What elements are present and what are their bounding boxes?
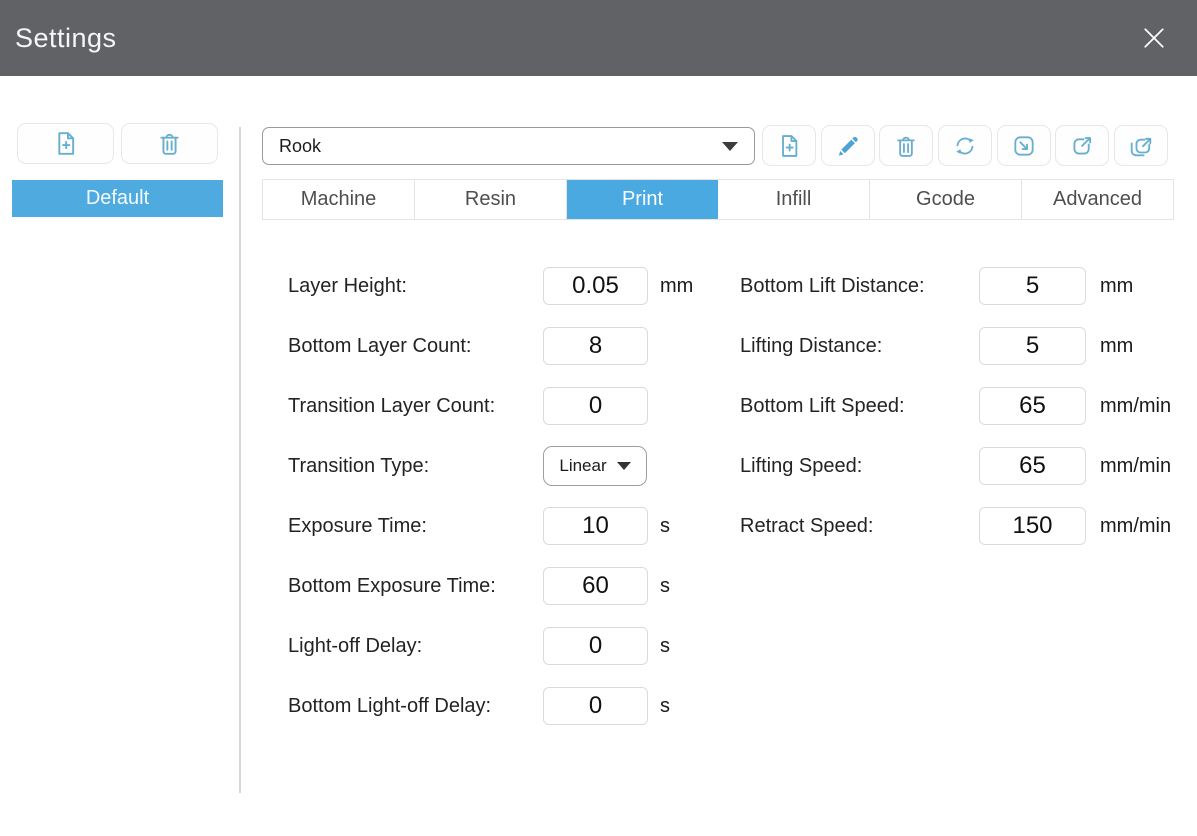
layer-height-label: Layer Height: xyxy=(288,275,407,297)
light-off-delay-unit: s xyxy=(660,635,670,657)
bottom-exposure-time-unit: s xyxy=(660,575,670,597)
exposure-time-label: Exposure Time: xyxy=(288,515,427,537)
profile-dropdown[interactable]: Rook xyxy=(262,127,755,165)
title-bar: Settings xyxy=(0,0,1197,76)
window-title: Settings xyxy=(15,23,117,53)
import-icon xyxy=(1011,133,1037,159)
tab-label: Resin xyxy=(464,188,517,210)
layer-height-input[interactable] xyxy=(543,267,648,305)
tab-print[interactable]: Print xyxy=(567,180,718,219)
layer-height-unit: mm xyxy=(660,275,694,297)
lifting-speed-input[interactable] xyxy=(979,447,1086,485)
trash-icon xyxy=(893,133,919,159)
profile-toolbar xyxy=(762,125,1168,166)
bottom-lift-speed-input[interactable] xyxy=(979,387,1086,425)
light-off-delay-input[interactable] xyxy=(543,627,648,665)
exposure-time-input[interactable] xyxy=(543,507,648,545)
bottom-exposure-time-label: Bottom Exposure Time: xyxy=(288,575,496,597)
lifting-distance-input[interactable] xyxy=(979,327,1086,365)
file-plus-icon xyxy=(776,133,802,159)
delete-profile-toolbar-button[interactable] xyxy=(879,125,934,166)
profile-item-label: Default xyxy=(85,187,150,209)
refresh-icon xyxy=(952,133,978,159)
lifting-speed-unit: mm/min xyxy=(1100,455,1172,477)
tab-label: Infill xyxy=(775,188,812,210)
bottom-light-off-delay-label: Bottom Light-off Delay: xyxy=(288,695,492,717)
tab-machine[interactable]: Machine xyxy=(263,180,415,219)
bottom-light-off-delay-input[interactable] xyxy=(543,687,648,725)
trash-icon xyxy=(156,130,183,157)
transition-type-label: Transition Type: xyxy=(288,455,430,477)
bottom-layer-count-label: Bottom Layer Count: xyxy=(288,335,472,357)
lifting-distance-unit: mm xyxy=(1100,335,1134,357)
retract-speed-unit: mm/min xyxy=(1100,515,1172,537)
tab-infill[interactable]: Infill xyxy=(718,180,870,219)
close-button[interactable] xyxy=(1137,21,1171,55)
pencil-icon xyxy=(835,133,861,159)
profile-dropdown-value: Rook xyxy=(279,135,322,156)
export-icon xyxy=(1069,133,1095,159)
bottom-lift-distance-label: Bottom Lift Distance: xyxy=(740,275,925,297)
transition-type-value: Linear xyxy=(559,456,607,475)
import-profile-button[interactable] xyxy=(996,125,1051,166)
transition-type-select[interactable]: Linear xyxy=(543,446,647,486)
bottom-lift-speed-unit: mm/min xyxy=(1100,395,1172,417)
add-profile-button[interactable] xyxy=(17,123,114,164)
tab-label: Print xyxy=(621,188,664,210)
retract-speed-label: Retract Speed: xyxy=(740,515,874,537)
bottom-exposure-time-input[interactable] xyxy=(543,567,648,605)
bottom-layer-count-input[interactable] xyxy=(543,327,648,365)
edit-profile-button[interactable] xyxy=(820,125,875,166)
export-all-icon xyxy=(1128,133,1154,159)
vertical-divider xyxy=(239,127,241,793)
reset-profile-button[interactable] xyxy=(937,125,992,166)
profile-list-item-default[interactable]: Default xyxy=(12,180,223,217)
export-all-profiles-button[interactable] xyxy=(1113,125,1168,166)
bottom-light-off-delay-unit: s xyxy=(660,695,670,717)
exposure-time-unit: s xyxy=(660,515,670,537)
new-profile-button[interactable] xyxy=(762,125,816,166)
delete-profile-button[interactable] xyxy=(121,123,218,164)
settings-tab-bar: Machine Resin Print Infill Gcode Advance… xyxy=(262,179,1174,220)
tab-label: Advanced xyxy=(1053,188,1142,210)
bottom-lift-speed-label: Bottom Lift Speed: xyxy=(740,395,905,417)
tab-resin[interactable]: Resin xyxy=(415,180,567,219)
file-plus-icon xyxy=(52,130,79,157)
light-off-delay-label: Light-off Delay: xyxy=(288,635,423,657)
chevron-down-icon xyxy=(616,462,631,470)
transition-layer-count-label: Transition Layer Count: xyxy=(288,395,496,417)
export-profile-button[interactable] xyxy=(1055,125,1110,166)
tab-label: Machine xyxy=(300,188,377,210)
retract-speed-input[interactable] xyxy=(979,507,1086,545)
lifting-speed-label: Lifting Speed: xyxy=(740,455,863,477)
settings-dialog: Settings Default Rook Machine Resin Prin… xyxy=(0,0,1197,836)
close-icon xyxy=(1139,23,1169,53)
bottom-lift-distance-unit: mm xyxy=(1100,275,1134,297)
transition-layer-count-input[interactable] xyxy=(543,387,648,425)
chevron-down-icon xyxy=(722,141,738,151)
bottom-lift-distance-input[interactable] xyxy=(979,267,1086,305)
lifting-distance-label: Lifting Distance: xyxy=(740,335,883,357)
tab-gcode[interactable]: Gcode xyxy=(870,180,1022,219)
tab-label: Gcode xyxy=(916,188,975,210)
tab-advanced[interactable]: Advanced xyxy=(1022,180,1173,219)
